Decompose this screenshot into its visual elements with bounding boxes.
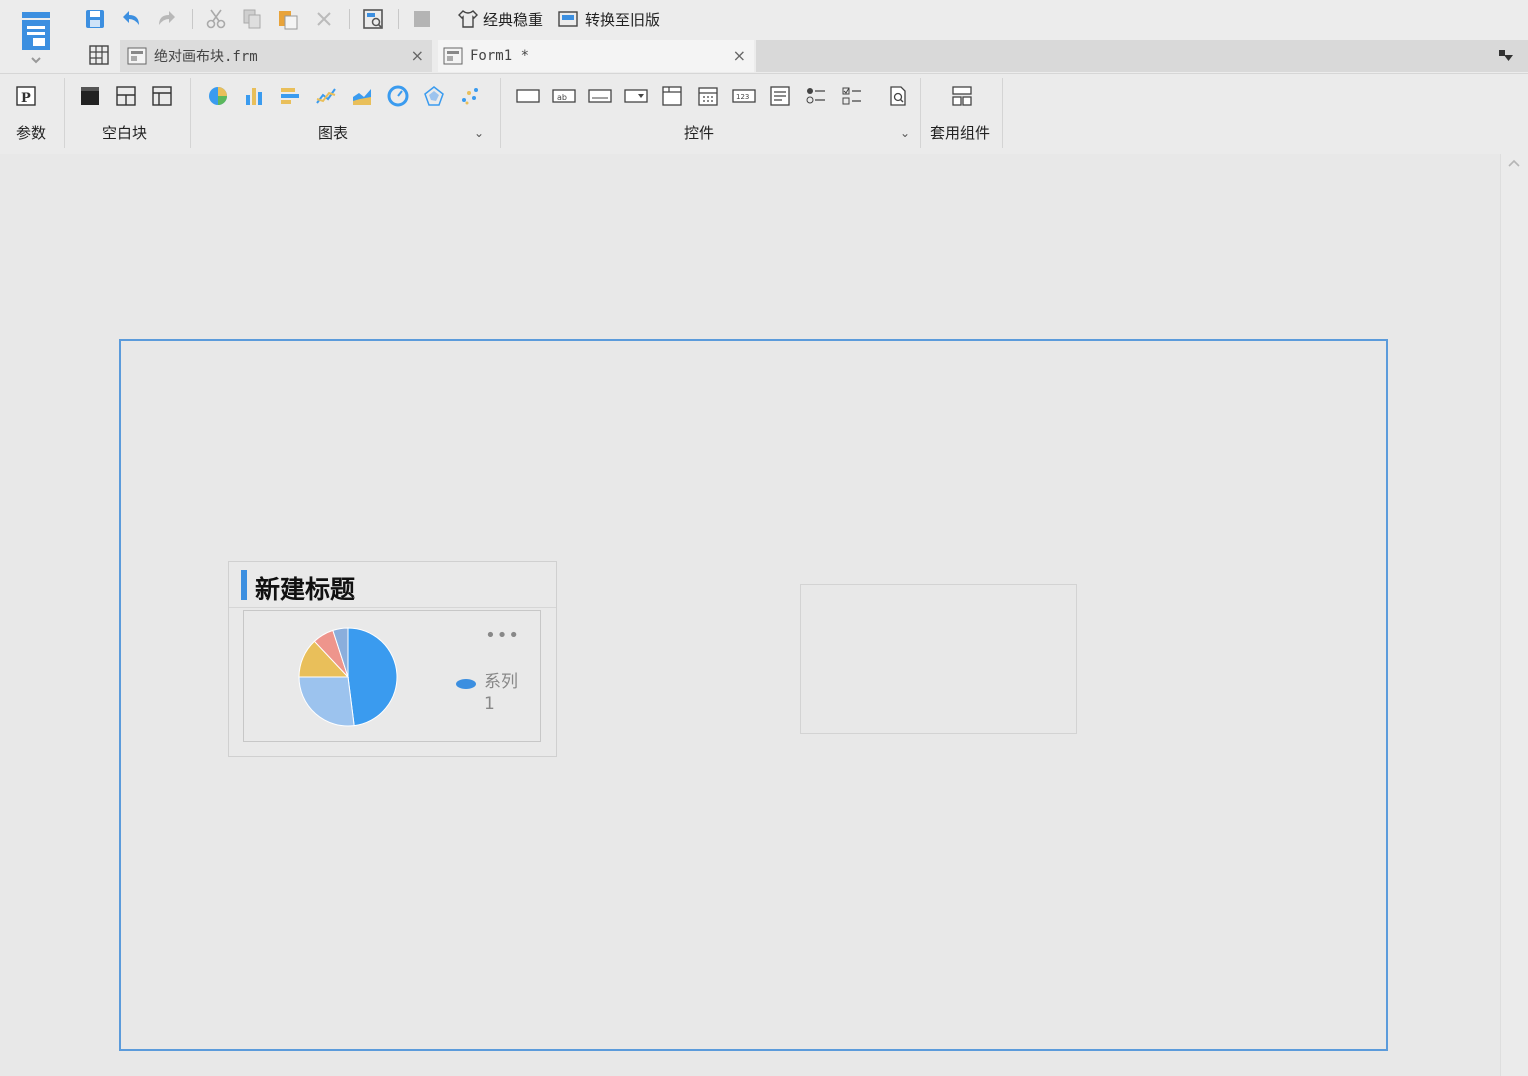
- absolute-block-icon[interactable]: [72, 82, 108, 110]
- radar-chart-icon[interactable]: [416, 82, 452, 110]
- legend-label: 系列1: [484, 672, 518, 714]
- chart-label: 图表: [318, 124, 349, 142]
- area-chart-icon[interactable]: [344, 82, 380, 110]
- params-label: 参数: [16, 124, 47, 142]
- params-group: P 参数: [8, 74, 58, 154]
- text-field-widget-icon[interactable]: [582, 82, 618, 110]
- line-chart-icon[interactable]: [308, 82, 344, 110]
- parameter-icon[interactable]: P: [8, 82, 44, 110]
- bar-chart-icon[interactable]: [236, 82, 272, 110]
- textarea-widget-icon[interactable]: [762, 82, 798, 110]
- paste-icon[interactable]: [273, 5, 303, 33]
- document-tabs: 绝对画布块.frm × Form1 * ×: [80, 38, 1528, 72]
- close-icon[interactable]: ×: [733, 46, 746, 65]
- chart-widget[interactable]: 新建标题 ••• 系列1: [228, 561, 557, 757]
- title-accent-bar: [241, 570, 247, 600]
- chart-group: 图表 ⌄: [200, 74, 496, 154]
- close-icon[interactable]: ×: [411, 46, 424, 65]
- form-file-icon: [443, 47, 463, 65]
- quick-access-toolbar: 经典稳重 转换至旧版: [80, 4, 660, 34]
- tab-label: Form1 *: [470, 48, 530, 64]
- tab-list-menu-icon[interactable]: [1498, 48, 1514, 67]
- legend-marker: [456, 679, 476, 689]
- tab-widget-icon[interactable]: [654, 82, 690, 110]
- pie-slice-0: [347, 627, 398, 727]
- tab-label: 绝对画布块.frm: [154, 49, 258, 65]
- template-component-icon[interactable]: [944, 82, 980, 110]
- chart-title: 新建标题: [255, 575, 356, 604]
- more-options-icon[interactable]: •••: [485, 625, 520, 646]
- table-grid-icon[interactable]: [88, 44, 110, 70]
- chart-title-bar[interactable]: 新建标题: [229, 562, 556, 608]
- blank-block-group: 空白块: [72, 74, 182, 154]
- title-bar: 经典稳重 转换至旧版 绝对画布块.frm × Form1 * ×: [0, 0, 1528, 74]
- vertical-scrollbar[interactable]: [1500, 154, 1528, 1076]
- layout-grid-icon[interactable]: [144, 82, 180, 110]
- empty-widget-placeholder[interactable]: [800, 584, 1077, 734]
- scatter-chart-icon[interactable]: [452, 82, 488, 110]
- stop-icon[interactable]: [407, 5, 437, 33]
- gauge-chart-icon[interactable]: [380, 82, 416, 110]
- svg-text:123: 123: [736, 93, 749, 101]
- convert-label: 转换至旧版: [585, 10, 661, 29]
- chart-expand-icon[interactable]: ⌄: [474, 126, 484, 140]
- component-ribbon: P 参数 空白块 图表 ⌄ ab 123 控件 ⌄ 套用组件: [0, 74, 1528, 154]
- layout-split-icon[interactable]: [108, 82, 144, 110]
- undo-icon[interactable]: [116, 5, 146, 33]
- search-query-icon[interactable]: [880, 82, 916, 110]
- date-widget-icon[interactable]: [690, 82, 726, 110]
- controls-label: 控件: [684, 124, 715, 142]
- copy-icon[interactable]: [237, 5, 267, 33]
- tab-form1[interactable]: Form1 * ×: [438, 40, 754, 72]
- chart-plot-area[interactable]: ••• 系列1: [243, 610, 541, 742]
- style-button[interactable]: 经典稳重: [457, 9, 543, 30]
- controls-group: ab 123 控件 ⌄: [510, 74, 920, 154]
- delete-icon[interactable]: [309, 5, 339, 33]
- pie-slice-1: [298, 676, 355, 727]
- tab-strip-empty: [756, 40, 1528, 72]
- preview-icon[interactable]: [358, 5, 388, 33]
- button-widget-icon[interactable]: [510, 82, 546, 110]
- style-label: 经典稳重: [483, 10, 544, 29]
- horizontal-bar-icon[interactable]: [272, 82, 308, 110]
- svg-text:P: P: [21, 91, 31, 106]
- cut-icon[interactable]: [201, 5, 231, 33]
- svg-text:ab: ab: [557, 93, 567, 102]
- pie-chart: [298, 627, 398, 727]
- app-menu-icon[interactable]: [18, 8, 58, 64]
- scroll-up-icon[interactable]: [1507, 158, 1521, 168]
- controls-expand-icon[interactable]: ⌄: [900, 126, 910, 140]
- templates-label: 套用组件: [930, 124, 991, 142]
- tab-absolute-canvas[interactable]: 绝对画布块.frm ×: [120, 40, 432, 72]
- radio-group-icon[interactable]: [798, 82, 834, 110]
- redo-icon[interactable]: [152, 5, 182, 33]
- save-icon[interactable]: [80, 5, 110, 33]
- label-widget-icon[interactable]: ab: [546, 82, 582, 110]
- shirt-icon: [458, 10, 478, 28]
- convert-icon: [558, 11, 578, 27]
- templates-group: 套用组件: [926, 74, 1002, 154]
- dropdown-widget-icon[interactable]: [618, 82, 654, 110]
- convert-button[interactable]: 转换至旧版: [557, 9, 660, 30]
- blank-block-label: 空白块: [102, 124, 148, 142]
- number-widget-icon[interactable]: 123: [726, 82, 762, 110]
- pie-chart-icon[interactable]: [200, 82, 236, 110]
- form-file-icon: [127, 47, 147, 65]
- checkbox-group-icon[interactable]: [834, 82, 870, 110]
